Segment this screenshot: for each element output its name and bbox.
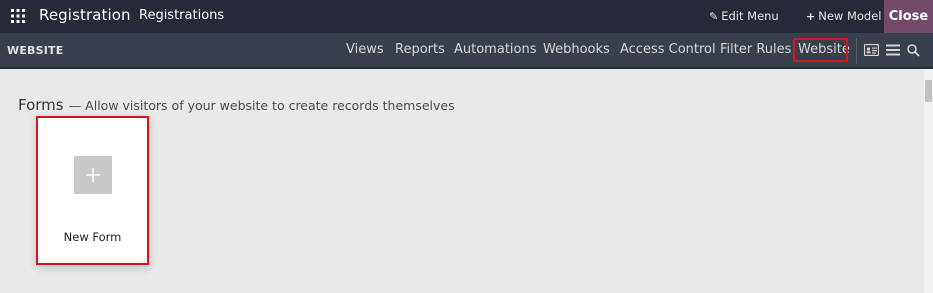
forms-description: — Allow visitors of your website to crea… bbox=[68, 98, 455, 113]
tab-website[interactable]: Website bbox=[798, 42, 850, 57]
studio-subbar: WEBSITE Views Reports Automations Webhoo… bbox=[0, 33, 933, 69]
tab-reports[interactable]: Reports bbox=[395, 42, 445, 57]
forms-title: Forms bbox=[18, 96, 64, 114]
list-view-icon[interactable] bbox=[886, 44, 900, 56]
tab-views[interactable]: Views bbox=[346, 42, 384, 57]
new-form-card[interactable]: New Form bbox=[36, 116, 149, 265]
scrollbar-thumb[interactable] bbox=[925, 80, 932, 102]
top-navbar: Registration Registrations ✎ Edit Menu +… bbox=[0, 0, 933, 33]
apps-grid-icon[interactable] bbox=[11, 9, 25, 23]
plus-icon: + bbox=[806, 9, 816, 23]
pencil-icon: ✎ bbox=[709, 9, 719, 23]
new-form-label: New Form bbox=[63, 230, 122, 244]
plus-icon bbox=[86, 168, 100, 182]
tab-automations[interactable]: Automations bbox=[454, 42, 537, 57]
app-title[interactable]: Registration bbox=[39, 6, 131, 24]
edit-menu-label: Edit Menu bbox=[721, 9, 779, 23]
scrollbar-track[interactable] bbox=[924, 69, 933, 293]
tab-webhooks[interactable]: Webhooks bbox=[543, 42, 610, 57]
menu-registrations[interactable]: Registrations bbox=[139, 8, 224, 23]
close-button[interactable]: Close bbox=[884, 0, 933, 33]
tab-filter-rules[interactable]: Filter Rules bbox=[720, 42, 791, 57]
divider bbox=[856, 38, 857, 64]
main-content: Forms — Allow visitors of your website t… bbox=[0, 69, 924, 293]
search-icon[interactable] bbox=[907, 44, 920, 57]
new-model-label: New Model bbox=[818, 9, 882, 23]
edit-menu-button[interactable]: ✎ Edit Menu bbox=[709, 9, 779, 23]
forms-heading: Forms — Allow visitors of your website t… bbox=[18, 95, 455, 114]
section-label: WEBSITE bbox=[7, 44, 64, 57]
new-model-button[interactable]: + New Model bbox=[806, 9, 882, 23]
tab-access-control[interactable]: Access Control bbox=[620, 42, 716, 57]
plus-box-icon bbox=[74, 156, 112, 194]
form-view-icon[interactable] bbox=[864, 44, 879, 56]
